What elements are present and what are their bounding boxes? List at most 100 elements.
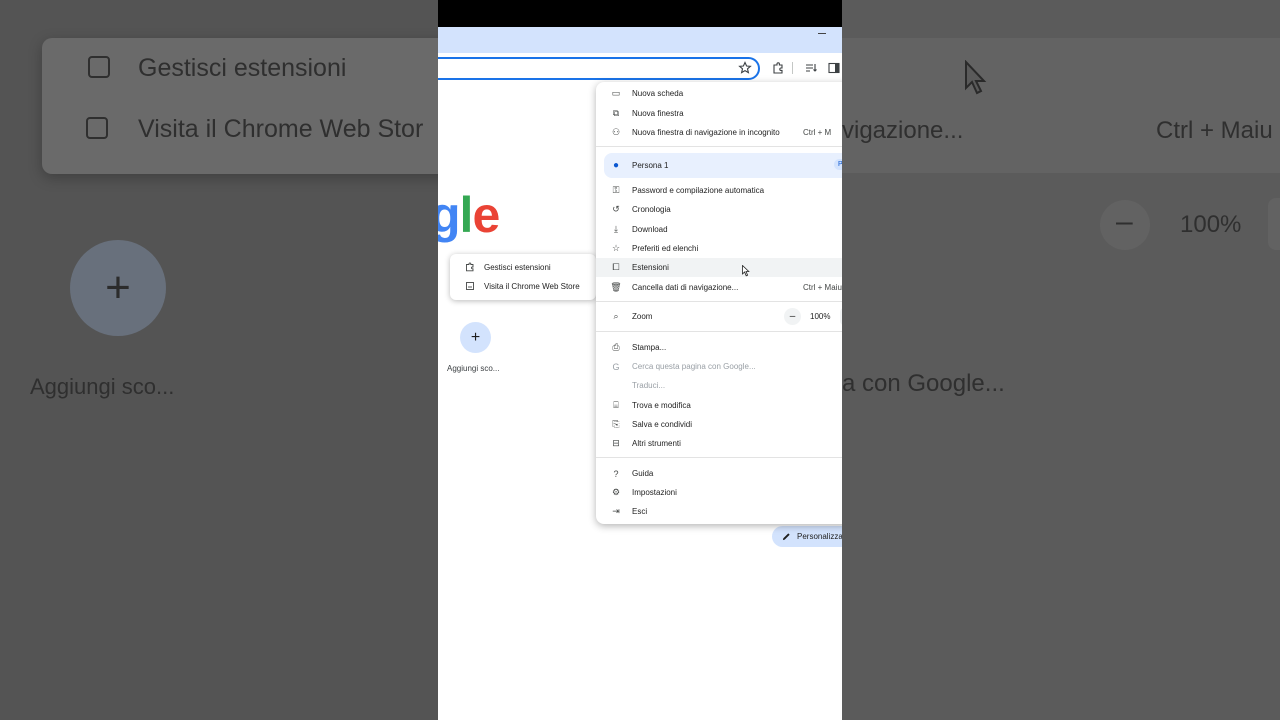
menu-item-save-share[interactable]: ⎘ Salva e condividi <box>596 415 842 434</box>
star-icon: ☆ <box>611 243 621 253</box>
background-zoom-box <box>1268 198 1280 250</box>
menu-item-search-google[interactable]: G Cerca questa pagina con Google... <box>596 357 842 376</box>
menu-item-print[interactable]: ⎙ Stampa... <box>596 338 842 357</box>
menu-item-label: Altri strumenti <box>632 439 681 448</box>
gear-icon: ⚙ <box>611 487 621 497</box>
background-google-fragment: a con Google... <box>842 370 1005 397</box>
menu-item-label: Traduci... <box>632 381 666 390</box>
new-tab-icon: ▭ <box>611 88 621 98</box>
menu-item-label: Stampa... <box>632 343 667 352</box>
zoom-out-button[interactable]: – <box>784 308 801 325</box>
zoom-icon: ⌕ <box>613 311 619 321</box>
menu-item-settings[interactable]: ⚙ Impostazioni <box>596 483 842 502</box>
menu-item-label: Impostazioni <box>632 488 677 497</box>
menu-item-find-edit[interactable]: ⌸ Trova e modifica <box>596 396 842 415</box>
zoom-value: 100% <box>810 312 831 321</box>
profile-badge: Per <box>834 159 842 170</box>
puzzle-icon <box>464 261 476 274</box>
download-icon: ⤓ <box>614 224 618 234</box>
menu-separator <box>596 146 842 147</box>
menu-item-profile[interactable]: ● Persona 1 Per <box>604 153 842 178</box>
toolbar-divider <box>792 62 793 74</box>
menu-separator <box>596 301 842 302</box>
extensions-submenu: Gestisci estensioni Visita il Chrome Web… <box>450 254 596 300</box>
menu-item-history[interactable]: ↺ Cronologia <box>596 200 842 219</box>
menu-item-more-tools[interactable]: ⊟ Altri strumenti <box>596 434 842 453</box>
reading-list-icon[interactable] <box>804 61 818 75</box>
help-icon: ? <box>613 468 619 479</box>
history-icon: ↺ <box>612 204 620 214</box>
background-add-shortcut-label: Aggiungi sco... <box>30 374 175 399</box>
clear-data-shortcut: Ctrl + Maiu <box>803 283 842 292</box>
submenu-item-label: Gestisci estensioni <box>484 263 551 272</box>
menu-item-label: Download <box>632 225 668 234</box>
menu-item-label: Nuova finestra di navigazione in incogni… <box>632 128 780 137</box>
submenu-item-label: Visita il Chrome Web Store <box>484 282 580 291</box>
menu-item-incognito[interactable]: ⚇ Nuova finestra di navigazione in incogn… <box>596 123 842 142</box>
extensions-puzzle-icon[interactable] <box>771 61 785 75</box>
zoom-in-button[interactable] <box>840 308 842 325</box>
plus-icon: + <box>470 328 481 346</box>
menu-item-help[interactable]: ? Guida <box>596 464 842 483</box>
background-zoom-minus: – <box>1116 205 1133 238</box>
menu-item-label: Password e compilazione automatica <box>632 186 765 195</box>
letterbox-top <box>438 0 842 27</box>
menu-separator <box>596 457 842 458</box>
save-share-icon: ⎘ <box>612 419 620 429</box>
background-web-store-icon <box>86 117 108 139</box>
pencil-icon <box>782 533 790 541</box>
background-incognito-fragment: vigazione... <box>842 117 964 144</box>
bookmark-star-icon[interactable] <box>738 61 752 75</box>
menu-item-label: Esci <box>632 507 648 516</box>
menu-item-label: Cronologia <box>632 205 671 214</box>
menu-separator <box>596 331 842 332</box>
menu-item-new-window[interactable]: ⧉ Nuova finestra <box>596 104 842 123</box>
menu-item-label: Nuova scheda <box>632 89 684 98</box>
find-icon: ⌸ <box>613 400 619 410</box>
mouse-cursor-icon <box>742 265 750 277</box>
background-manage-extensions: Gestisci estensioni <box>138 54 347 82</box>
web-store-icon <box>464 281 476 293</box>
menu-item-zoom: ⌕ Zoom <box>596 307 842 326</box>
menu-item-bookmarks[interactable]: ☆ Preferiti ed elenchi <box>596 239 842 258</box>
menu-item-exit[interactable]: ⇥ Esci <box>596 502 842 521</box>
menu-item-extensions[interactable]: ⧠ Estensioni <box>596 258 842 277</box>
background-shortcut-fragment: Ctrl + Maiu <box>1156 117 1273 144</box>
background-plus-icon: + <box>105 263 131 312</box>
background-right-strip <box>842 38 1280 173</box>
person-icon: ● <box>612 160 620 171</box>
menu-item-label: Nuova finestra <box>632 109 684 118</box>
trash-icon: 🗑 <box>610 282 622 292</box>
menu-item-label: Zoom <box>632 312 653 321</box>
customize-label: Personalizza <box>797 532 842 541</box>
screen: Gestisci estensioni Visita il Chrome Web… <box>0 0 1280 720</box>
submenu-item-visit-store[interactable]: Visita il Chrome Web Store <box>450 277 596 296</box>
minimize-button[interactable] <box>818 33 826 34</box>
menu-item-label: Estensioni <box>632 263 669 272</box>
browser-window: gle + Aggiungi sco... Personalizza Gesti… <box>438 0 842 720</box>
menu-item-translate[interactable]: Traduci... <box>596 376 842 395</box>
background-visit-store: Visita il Chrome Web Stor <box>138 115 424 143</box>
address-bar[interactable] <box>438 57 760 80</box>
menu-item-passwords[interactable]: ⚿ Password e compilazione automatica <box>596 181 842 200</box>
menu-item-downloads[interactable]: ⤓ Download <box>596 220 842 239</box>
submenu-item-manage-extensions[interactable]: Gestisci estensioni <box>450 258 596 277</box>
add-shortcut-button[interactable]: + <box>460 322 491 353</box>
background-cursor-icon <box>965 60 987 95</box>
menu-item-label: Salva e condividi <box>632 420 693 429</box>
puzzle-icon: ⧠ <box>612 262 620 272</box>
toolbox-icon: ⊟ <box>612 438 620 448</box>
google-logo: gle <box>438 187 500 243</box>
menu-item-label: Guida <box>632 469 654 478</box>
menu-item-new-tab[interactable]: ▭ Nuova scheda <box>596 84 842 103</box>
background-zoom-value: 100% <box>1180 211 1242 238</box>
side-panel-icon[interactable] <box>827 61 841 75</box>
add-shortcut-label: Aggiungi sco... <box>447 364 500 373</box>
menu-item-label: Trova e modifica <box>632 401 691 410</box>
exit-icon: ⇥ <box>612 506 620 516</box>
incognito-icon: ⚇ <box>611 127 621 137</box>
background-puzzle-icon <box>88 56 110 78</box>
google-g-icon: G <box>612 361 620 372</box>
menu-item-clear-data[interactable]: 🗑 Cancella dati di navigazione... Ctrl + … <box>596 278 842 297</box>
customize-chrome-button[interactable]: Personalizza <box>772 526 842 547</box>
